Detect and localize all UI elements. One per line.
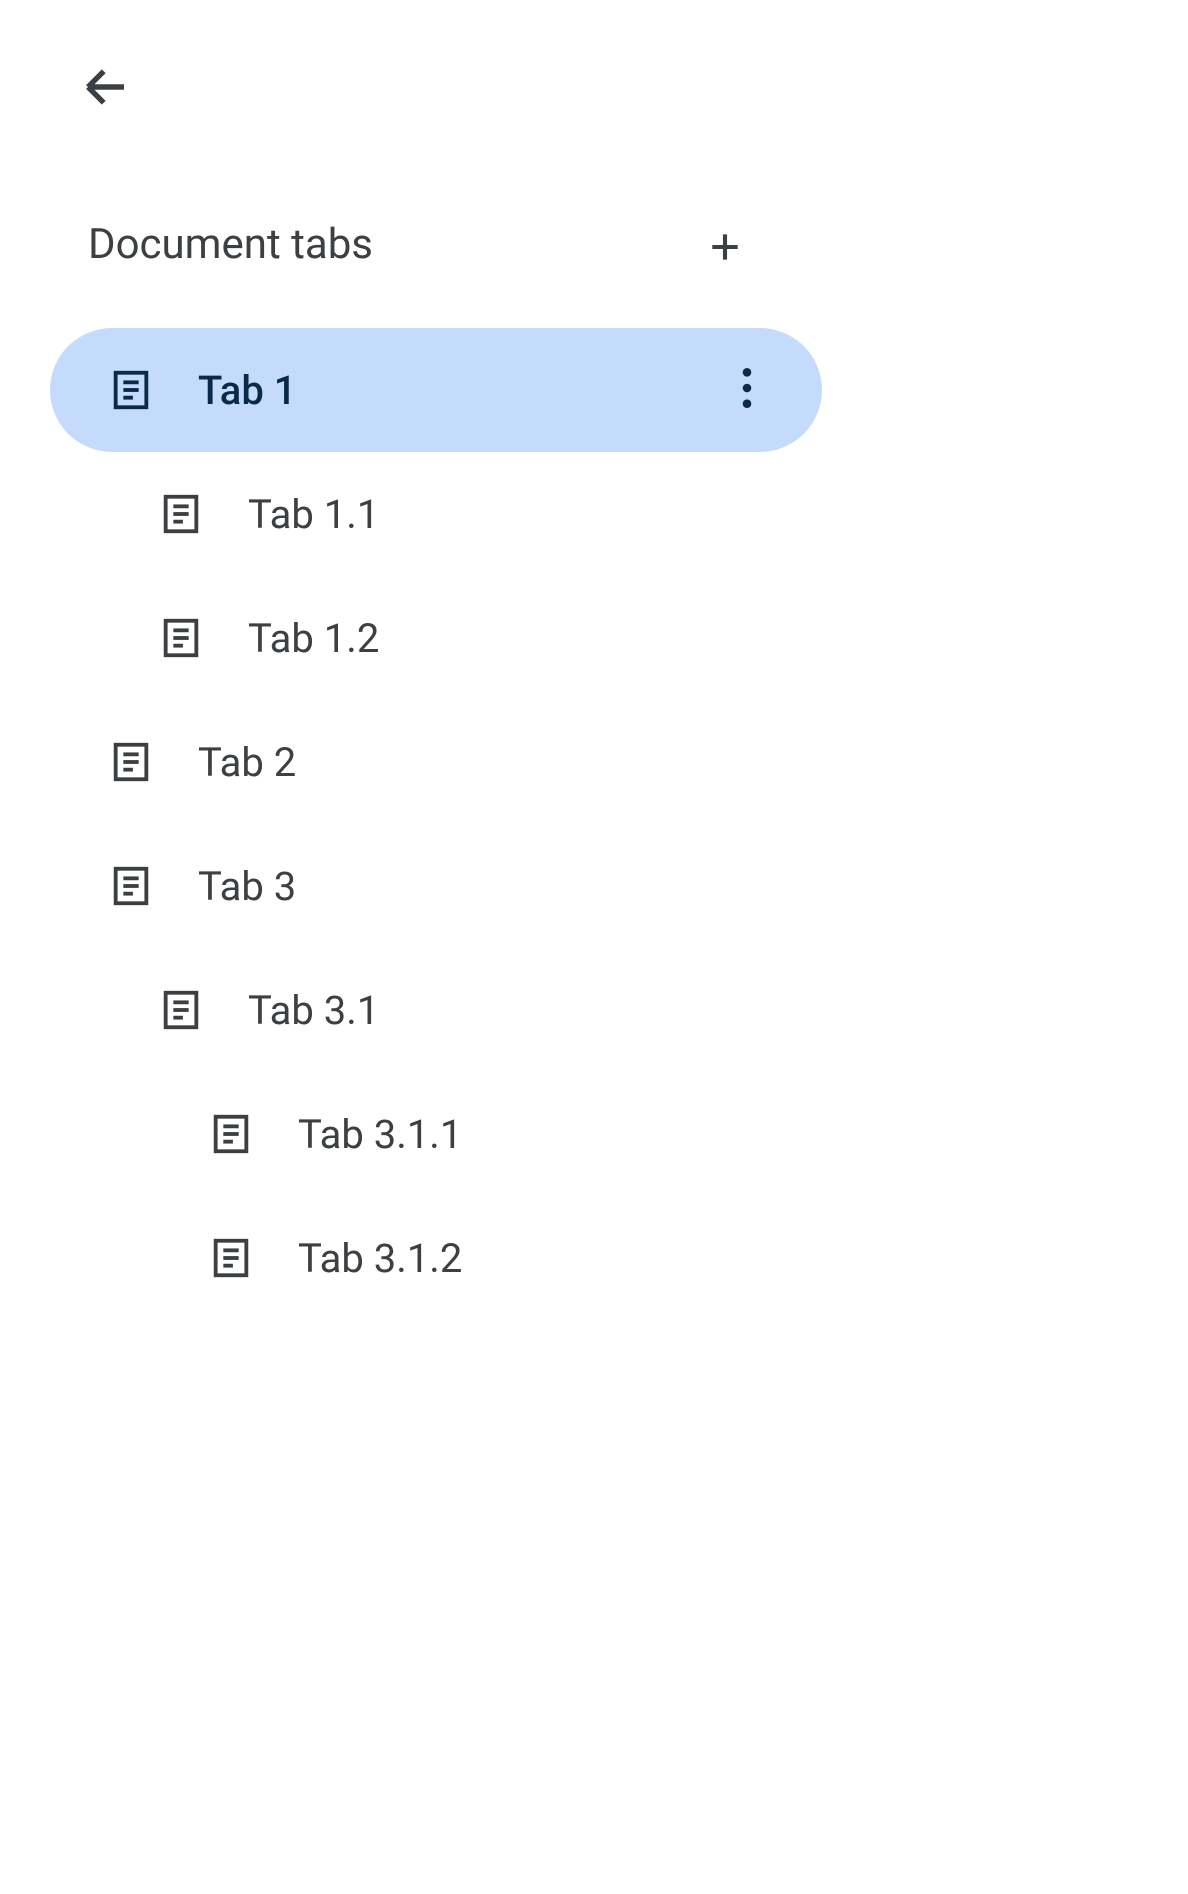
tab-label: Tab 3.1.1 <box>298 1111 462 1158</box>
document-icon <box>108 739 154 785</box>
tab-item-tab-3-1-2[interactable]: Tab 3.1.2 <box>50 1196 822 1320</box>
tab-item-tab-1-2[interactable]: Tab 1.2 <box>50 576 822 700</box>
panel-title: Document tabs <box>88 220 373 269</box>
tab-label: Tab 3.1 <box>248 987 379 1034</box>
tab-label: Tab 1.2 <box>248 615 379 662</box>
back-button[interactable] <box>78 62 134 116</box>
tab-list: Tab 1 Tab 1.1 <box>50 328 822 1320</box>
tab-item-tab-3[interactable]: Tab 3 <box>50 824 822 948</box>
document-icon <box>158 491 204 537</box>
plus-icon <box>706 228 744 270</box>
document-icon <box>208 1235 254 1281</box>
arrow-left-icon <box>79 60 133 118</box>
document-icon <box>108 863 154 909</box>
document-icon <box>158 615 204 661</box>
tab-label: Tab 3.1.2 <box>298 1235 462 1282</box>
document-icon <box>208 1111 254 1157</box>
document-icon <box>108 367 154 413</box>
tab-item-tab-3-1[interactable]: Tab 3.1 <box>50 948 822 1072</box>
tab-item-tab-1[interactable]: Tab 1 <box>50 328 822 452</box>
tab-label: Tab 1 <box>198 367 297 414</box>
more-vertical-icon <box>742 368 752 412</box>
document-icon <box>158 987 204 1033</box>
tab-item-tab-1-1[interactable]: Tab 1.1 <box>50 452 822 576</box>
tab-label: Tab 3 <box>198 863 296 910</box>
tab-label: Tab 1.1 <box>248 491 379 538</box>
more-options-button[interactable] <box>732 366 762 414</box>
add-tab-button[interactable] <box>700 224 750 274</box>
tab-item-tab-3-1-1[interactable]: Tab 3.1.1 <box>50 1072 822 1196</box>
tab-label: Tab 2 <box>198 739 296 786</box>
tab-item-tab-2[interactable]: Tab 2 <box>50 700 822 824</box>
panel-header: Document tabs <box>88 220 788 269</box>
